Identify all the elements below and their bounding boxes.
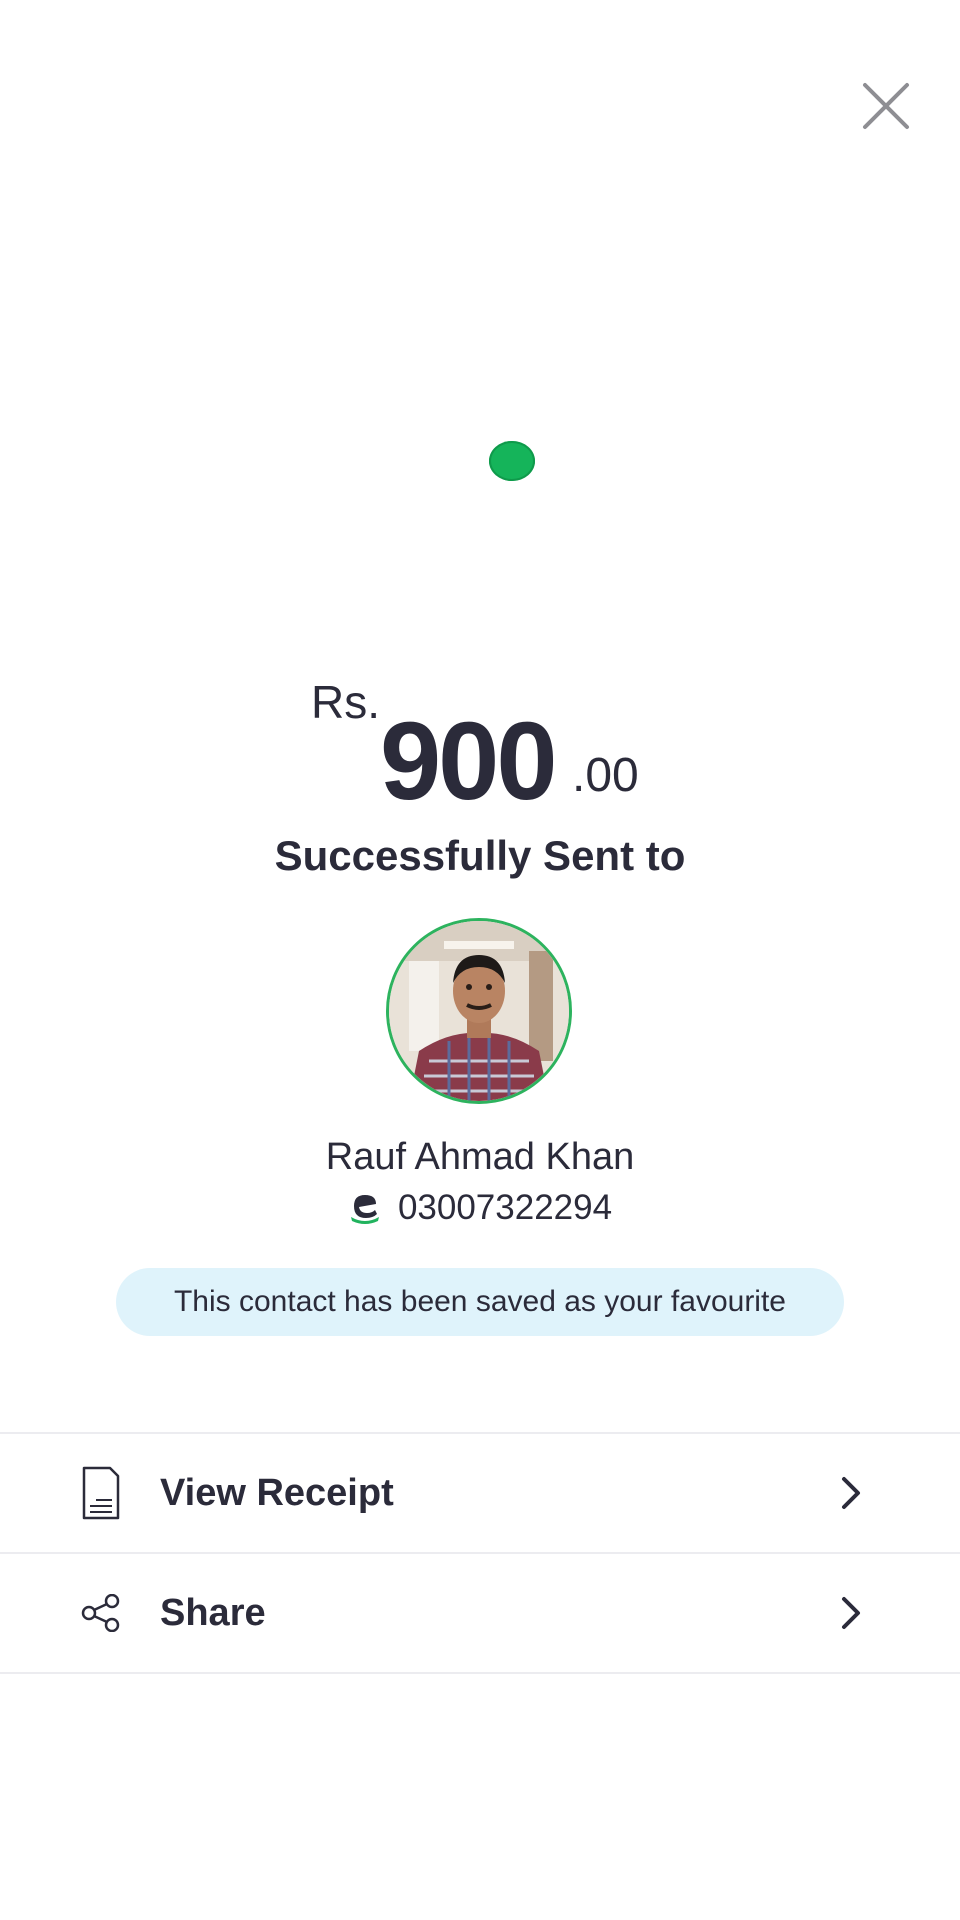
favourite-saved-banner: This contact has been saved as your favo… [116,1268,844,1336]
amount-fraction: .00 [572,749,639,802]
amount-display: Rs. 900 .00 [0,668,960,823]
easypaisa-logo-icon [350,1195,379,1224]
transaction-success-screen: Rs. 900 .00 Successfully Sent to Rauf Ah… [0,0,960,1920]
success-indicator-dot [489,441,535,481]
receipt-icon [78,1465,124,1521]
close-button[interactable] [856,76,916,136]
close-icon [863,83,909,129]
chevron-right-icon [836,1593,866,1633]
amount-currency: Rs. [311,676,380,728]
recipient-number: 03007322294 [397,1188,613,1227]
view-receipt-label: View Receipt [160,1471,394,1514]
recipient-avatar [386,918,572,1104]
view-receipt-row[interactable]: View Receipt [0,1434,960,1552]
amount-whole: 900 [380,700,558,823]
avatar-photo [389,921,569,1101]
favourite-saved-text: This contact has been saved as your favo… [173,1285,786,1318]
recipient-name: Rauf Ahmad Khan [325,1136,635,1178]
share-row[interactable]: Share [0,1554,960,1672]
share-label: Share [160,1591,266,1634]
chevron-right-icon [836,1473,866,1513]
action-menu: View Receipt Share [0,1432,960,1674]
divider [0,1672,960,1674]
share-icon [78,1585,124,1641]
success-title: Successfully Sent to [274,832,686,879]
recipient-number-row: 03007322294 [0,1186,960,1230]
